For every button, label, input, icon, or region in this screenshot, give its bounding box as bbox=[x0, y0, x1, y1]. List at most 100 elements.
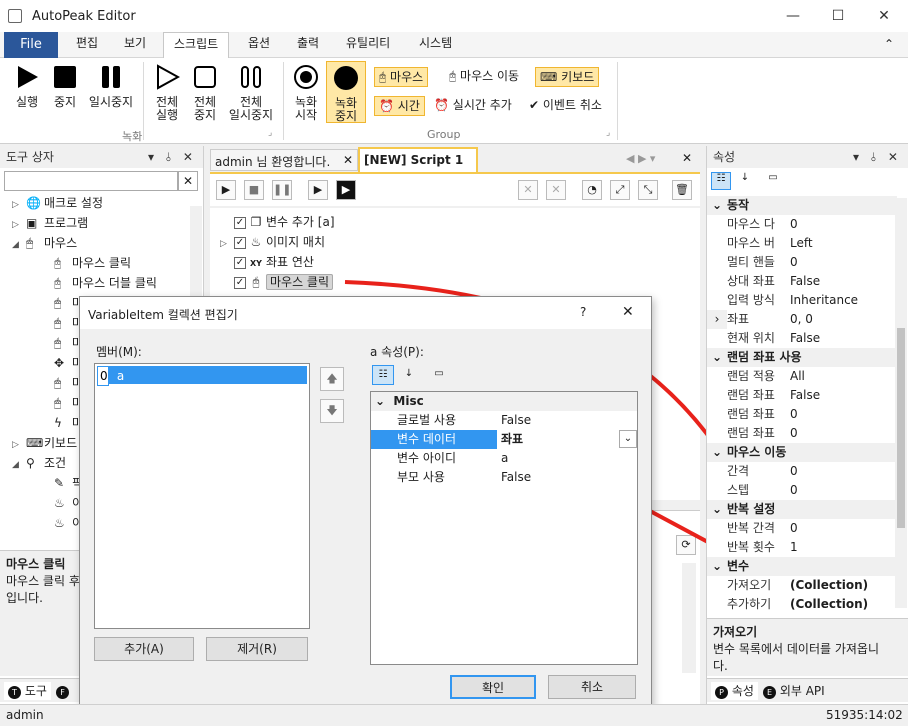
dialog-property-value: 좌표 bbox=[501, 432, 524, 446]
property-row[interactable]: 랜덤 좌표 0 bbox=[707, 424, 897, 443]
property-row[interactable]: 마우스 다 0 bbox=[707, 215, 897, 234]
property-value: 0 bbox=[790, 407, 798, 421]
sort-az-icon[interactable]: ↓ bbox=[735, 172, 755, 190]
property-row[interactable]: 입력 방식 Inheritance bbox=[707, 291, 897, 310]
collapse-icon[interactable]: ⌄ bbox=[375, 394, 385, 408]
property-category[interactable]: ⌄ 랜덤 좌표 사용 bbox=[707, 348, 897, 367]
tab-properties-label: 속성 bbox=[731, 684, 754, 698]
property-key: 가져오기 bbox=[727, 578, 772, 592]
property-value: False bbox=[790, 274, 821, 288]
property-desc-line: 다. bbox=[713, 659, 728, 673]
categorized-icon[interactable]: ☷ bbox=[711, 172, 731, 190]
dialog-property-row[interactable]: 변수 아이디 a bbox=[371, 449, 637, 468]
property-key: 랜덤 좌표 bbox=[727, 388, 775, 402]
dialog-property-key: 부모 사용 bbox=[397, 470, 445, 484]
property-value: False bbox=[790, 388, 821, 402]
category-label: 변수 bbox=[727, 559, 750, 573]
member-item[interactable]: 0 a bbox=[97, 366, 307, 386]
move-down-button[interactable]: 🡇 bbox=[320, 399, 344, 423]
property-value: 0 bbox=[790, 217, 798, 231]
member-index: 0 bbox=[97, 366, 109, 386]
property-row[interactable]: 상대 좌표 False bbox=[707, 272, 897, 291]
dialog-property-value: a bbox=[501, 451, 509, 465]
status-bar: admin 51935:14:02 bbox=[0, 704, 908, 726]
dialog-property-value: False bbox=[501, 470, 532, 484]
property-value: Inheritance bbox=[790, 293, 859, 307]
properties-bottom-tabs: P 속성 E 외부 API bbox=[707, 678, 908, 702]
property-category[interactable]: ⌄ 동작 bbox=[707, 196, 897, 215]
collapse-icon[interactable]: ⌄ bbox=[707, 557, 727, 576]
property-key: 상대 좌표 bbox=[727, 274, 775, 288]
dialog-property-key: 글로벌 사용 bbox=[397, 413, 457, 427]
property-row[interactable]: 스텝 0 bbox=[707, 481, 897, 500]
misc-category[interactable]: ⌄ Misc bbox=[371, 392, 637, 411]
property-row[interactable]: 멀티 핸들 0 bbox=[707, 253, 897, 272]
dialog-close-button[interactable]: ✕ bbox=[622, 304, 634, 320]
dialog-property-row[interactable]: 부모 사용 False bbox=[371, 468, 637, 487]
property-value: (Collection) bbox=[790, 578, 869, 592]
collapse-icon[interactable]: ⌄ bbox=[707, 348, 727, 367]
cancel-button[interactable]: 취소 bbox=[548, 675, 636, 699]
dialog-help-button[interactable]: ? bbox=[580, 305, 586, 319]
properties-label: a 속성(P): bbox=[370, 345, 424, 359]
collapse-icon[interactable]: ⌄ bbox=[707, 443, 727, 462]
dialog-property-value: False bbox=[501, 413, 532, 427]
move-up-button[interactable]: 🡅 bbox=[320, 367, 344, 391]
property-category[interactable]: ⌄ 반복 설정 bbox=[707, 500, 897, 519]
property-row[interactable]: 현재 위치 False bbox=[707, 329, 897, 348]
property-key: 마우스 버 bbox=[727, 236, 775, 250]
property-row[interactable]: 반복 간격 0 bbox=[707, 519, 897, 538]
property-row[interactable]: › 좌표 0, 0 bbox=[707, 310, 897, 329]
property-desc-line: 변수 목록에서 데이터를 가져옵니 bbox=[713, 642, 880, 656]
property-key: 추가하기 bbox=[727, 597, 772, 611]
dialog-title-bar: VariableItem 컬렉션 편집기 ? ✕ bbox=[80, 297, 651, 329]
collapse-icon[interactable]: ⌄ bbox=[707, 196, 727, 215]
properties-scrollbar[interactable] bbox=[895, 198, 907, 608]
property-pages-icon[interactable]: ▭ bbox=[763, 172, 783, 190]
row-gutter: › bbox=[707, 310, 727, 329]
property-value: Left bbox=[790, 236, 813, 250]
property-key: 간격 bbox=[727, 464, 750, 478]
property-value: 0, 0 bbox=[790, 312, 813, 326]
dialog-property-row[interactable]: 글로벌 사용 False bbox=[371, 411, 637, 430]
property-key: 반복 횟수 bbox=[727, 540, 775, 554]
status-user: admin bbox=[6, 708, 44, 722]
categorized-icon[interactable]: ☷ bbox=[372, 365, 394, 385]
property-row[interactable]: 랜덤 좌표 0 bbox=[707, 405, 897, 424]
property-value: 0 bbox=[790, 255, 798, 269]
property-value: 0 bbox=[790, 426, 798, 440]
property-key: 멀티 핸들 bbox=[727, 255, 775, 269]
properties-header: 속성 ▾ ⫰ ✕ bbox=[707, 146, 908, 168]
property-desc-title: 가져오기 bbox=[713, 625, 758, 639]
collection-editor-dialog: VariableItem 컬렉션 편집기 ? ✕ 멤버(M): 0 a 🡅 🡇 … bbox=[79, 296, 652, 714]
property-row[interactable]: 랜덤 적용 All bbox=[707, 367, 897, 386]
tab-external-api[interactable]: E 외부 API bbox=[763, 682, 825, 700]
tab-properties[interactable]: P 속성 bbox=[711, 682, 758, 700]
property-key: 랜덤 좌표 bbox=[727, 426, 775, 440]
property-row[interactable]: 간격 0 bbox=[707, 462, 897, 481]
dialog-property-grid: ⌄ Misc 글로벌 사용 False 변수 데이터 좌표 ⌄ 변수 아이디 a 부모 사용 F… bbox=[370, 391, 638, 665]
property-value: (Collection) bbox=[790, 597, 869, 611]
property-row[interactable]: 마우스 버 Left bbox=[707, 234, 897, 253]
property-row[interactable]: 랜덤 좌표 False bbox=[707, 386, 897, 405]
property-row[interactable]: 추가하기 (Collection) bbox=[707, 595, 897, 614]
dialog-property-row[interactable]: 변수 데이터 좌표 ⌄ bbox=[371, 430, 637, 449]
dropdown-icon[interactable]: ⌄ bbox=[619, 430, 637, 448]
members-list[interactable]: 0 a bbox=[94, 363, 310, 629]
property-row[interactable]: 가져오기 (Collection) bbox=[707, 576, 897, 595]
property-pages-icon[interactable]: ▭ bbox=[428, 365, 450, 385]
property-value: 0 bbox=[790, 521, 798, 535]
remove-button[interactable]: 제거(R) bbox=[206, 637, 308, 661]
properties-icon: P bbox=[715, 686, 728, 699]
property-key: 스텝 bbox=[727, 483, 750, 497]
collapse-icon[interactable]: ⌄ bbox=[707, 500, 727, 519]
sort-az-icon[interactable]: ↓ bbox=[398, 365, 420, 385]
property-category[interactable]: ⌄ 마우스 이동 bbox=[707, 443, 897, 462]
dialog-property-key: 변수 아이디 bbox=[397, 451, 457, 465]
add-button[interactable]: 추가(A) bbox=[94, 637, 194, 661]
ok-button[interactable]: 확인 bbox=[450, 675, 536, 699]
property-row[interactable]: 반복 횟수 1 bbox=[707, 538, 897, 557]
panel-pin-icon[interactable]: ▾ ⫰ ✕ bbox=[853, 146, 902, 168]
property-value: 1 bbox=[790, 540, 798, 554]
property-category[interactable]: ⌄ 변수 bbox=[707, 557, 897, 576]
